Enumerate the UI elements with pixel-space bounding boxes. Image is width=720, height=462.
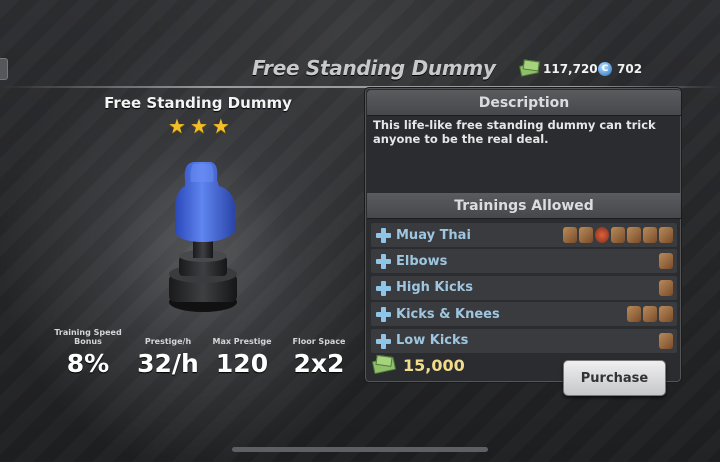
stat-max-prestige: Max Prestige 120 (200, 326, 284, 378)
home-indicator[interactable] (232, 447, 488, 452)
plus-icon (375, 306, 391, 323)
cash-bundle-icon (519, 61, 539, 77)
star-icon: ★ (168, 114, 186, 138)
elbow-icon (579, 227, 593, 243)
elbow-icon (659, 253, 673, 270)
training-icons (659, 279, 673, 296)
stat-label: Training Speed Bonus (54, 328, 122, 346)
high-kick-icon (659, 306, 673, 323)
stats-panel: Training Speed Bonus 8% Prestige/h 32/h … (48, 326, 358, 386)
stat-value: 120 (215, 349, 269, 378)
shield-icon (627, 227, 641, 243)
plus-icon (375, 227, 391, 243)
low-kick-icon (659, 332, 673, 349)
page-title: Free Standing Dummy (252, 56, 496, 80)
star-rating: ★ ★ ★ (168, 116, 230, 136)
cash-bundle-icon (371, 356, 397, 375)
training-icons (659, 332, 673, 349)
training-row-muay-thai[interactable]: Muay Thai (371, 223, 677, 247)
plus-icon (375, 333, 391, 349)
stat-label: Prestige/h (144, 337, 192, 346)
stat-prestige-per-hour: Prestige/h 32/h (126, 326, 210, 378)
elbow-icon (563, 227, 577, 243)
trainings-list: Muay Thai Elbows High Kicks Kicks & Knee… (371, 223, 677, 355)
punch-icon (595, 227, 609, 243)
price: 15,000 (371, 356, 465, 375)
training-icons (563, 227, 673, 243)
trainings-header: Trainings Allowed (367, 193, 681, 219)
description-text: This life-like free standing dummy can t… (373, 118, 656, 146)
stat-training-speed: Training Speed Bonus 8% (48, 326, 128, 378)
training-row-kicks-knees[interactable]: Kicks & Knees (371, 302, 677, 327)
training-row-elbows[interactable]: Elbows (371, 249, 677, 274)
training-label: Muay Thai (396, 227, 471, 243)
back-tab[interactable] (0, 58, 8, 80)
knee-icon (643, 306, 657, 323)
plus-icon (375, 280, 391, 296)
training-icons (627, 306, 673, 323)
stat-value: 8% (66, 349, 110, 378)
training-row-high-kicks[interactable]: High Kicks (371, 275, 677, 300)
star-icon: ★ (211, 114, 230, 138)
training-label: Kicks & Knees (396, 306, 500, 322)
description-header: Description (367, 90, 681, 116)
training-label: Elbows (396, 253, 448, 269)
knee-icon (611, 227, 625, 243)
stat-floor-space: Floor Space 2x2 (276, 326, 362, 378)
cash-balance: 117,720 (519, 61, 598, 77)
low-kick-icon (643, 227, 657, 243)
cash-amount: 117,720 (543, 62, 598, 76)
plus-icon (375, 253, 391, 270)
purchase-button[interactable]: Purchase (563, 360, 666, 396)
stat-label: Max Prestige (212, 337, 272, 346)
low-kick-icon (627, 306, 641, 323)
coin-amount: 702 (617, 62, 643, 76)
training-row-low-kicks[interactable]: Low Kicks (371, 328, 677, 353)
stat-value: 32/h (137, 349, 199, 378)
details-panel: Description This life-like free standing… (364, 87, 682, 383)
stat-value: 2x2 (293, 349, 345, 378)
training-label: High Kicks (396, 280, 474, 296)
stat-label: Floor Space (292, 337, 346, 346)
title-bar: Free Standing Dummy 117,720 C 702 (0, 50, 720, 88)
high-kick-icon (659, 227, 673, 243)
item-name: Free Standing Dummy (104, 94, 292, 112)
price-value: 15,000 (403, 356, 465, 375)
training-icons (659, 253, 673, 270)
coin-balance: C 702 (598, 62, 642, 76)
dummy-model-image (169, 162, 237, 312)
high-kick-icon (659, 279, 673, 296)
training-label: Low Kicks (396, 333, 469, 349)
star-icon: ★ (189, 114, 208, 138)
coin-icon: C (598, 62, 612, 76)
